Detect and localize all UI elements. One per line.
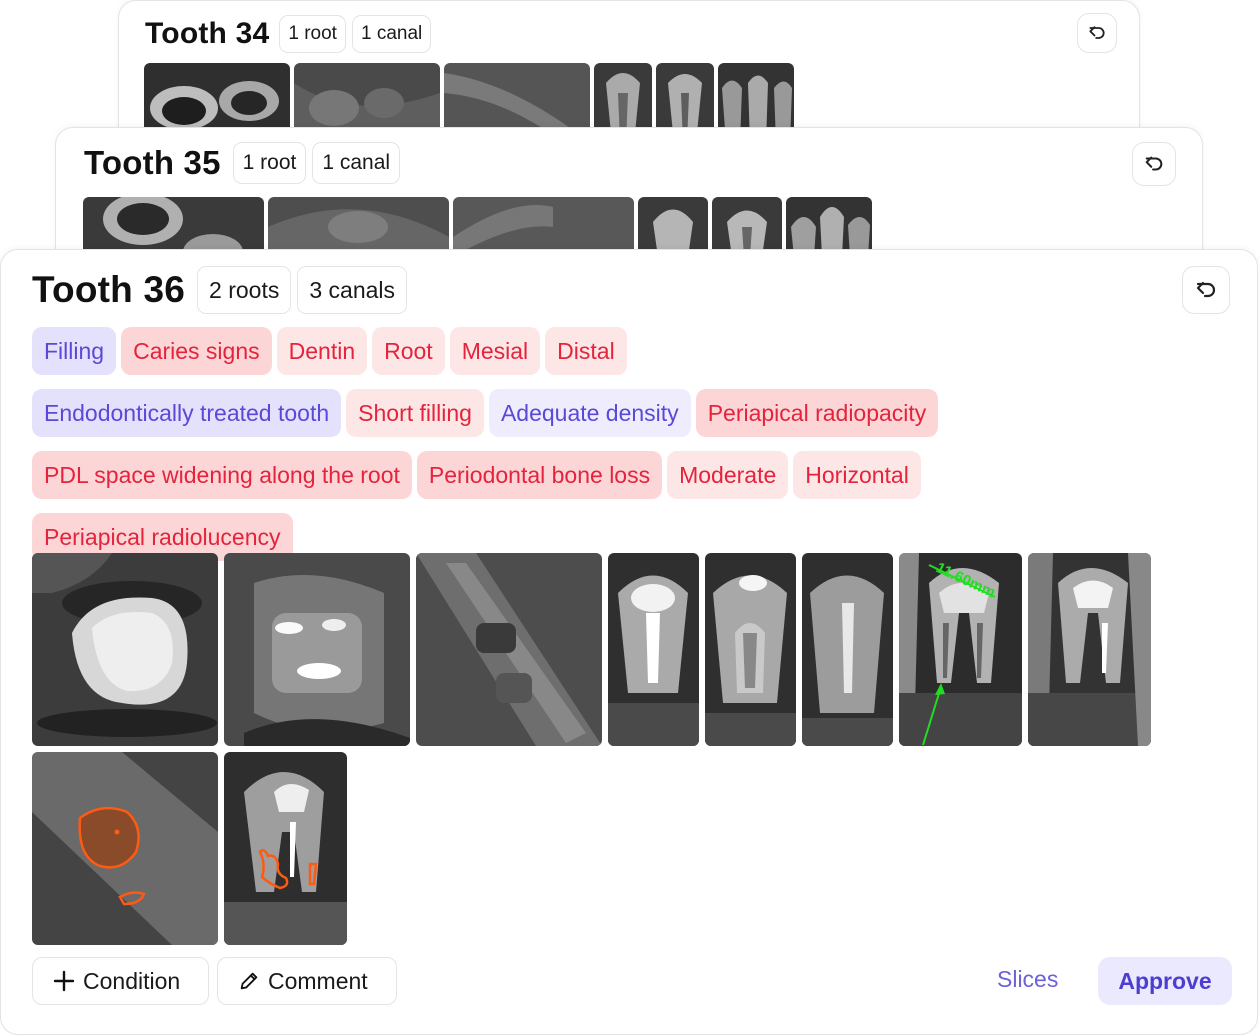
comment-label: Comment bbox=[268, 967, 368, 994]
tag-distal[interactable]: Distal bbox=[545, 327, 627, 375]
slice-measurement[interactable]: 11.60mm bbox=[899, 553, 1022, 746]
tooth-34-title: Tooth 34 bbox=[145, 17, 270, 50]
condition-tags: Filling Caries signs Dentin Root Mesial … bbox=[32, 327, 1032, 561]
undo-icon bbox=[1145, 156, 1163, 171]
tooth-36-card[interactable]: Tooth 36 2 roots 3 canals Filling Caries… bbox=[0, 249, 1258, 1035]
pencil-icon bbox=[240, 972, 258, 990]
undo-icon bbox=[1196, 281, 1216, 298]
tag-filling[interactable]: Filling bbox=[32, 327, 117, 375]
tooth-36-roots-chip: 2 roots bbox=[197, 266, 292, 314]
tooth-35-header: Tooth 35 1 root 1 canal bbox=[84, 142, 401, 184]
tag-endodontically-treated-tooth[interactable]: Endodontically treated tooth bbox=[32, 389, 342, 437]
tooth-35-title: Tooth 35 bbox=[84, 144, 221, 181]
tooth-36-title: Tooth 36 bbox=[32, 269, 186, 310]
slice-axial-crown[interactable] bbox=[32, 553, 218, 746]
slice-lesion-axial[interactable] bbox=[32, 752, 218, 945]
tag-short-filling[interactable]: Short filling bbox=[346, 389, 484, 437]
slice-axial-root[interactable] bbox=[416, 553, 602, 746]
tooth-35-canals-chip: 1 canal bbox=[312, 142, 401, 184]
add-condition-button[interactable]: Condition bbox=[32, 957, 209, 1005]
tooth-35-slice-3[interactable] bbox=[453, 197, 634, 257]
tag-pdl-space-widening[interactable]: PDL space widening along the root bbox=[32, 451, 412, 499]
image-row-1: 11.60mm bbox=[32, 553, 1151, 746]
tooth-35-undo-button[interactable] bbox=[1132, 142, 1176, 186]
tooth-35-slice-2[interactable] bbox=[268, 197, 449, 257]
tooth-35-slice-6[interactable] bbox=[786, 197, 872, 257]
plus-icon bbox=[53, 970, 75, 992]
tooth-35-slice-axial[interactable] bbox=[83, 197, 264, 257]
tooth-35-roots-chip: 1 root bbox=[232, 142, 307, 184]
tag-moderate[interactable]: Moderate bbox=[667, 451, 789, 499]
tooth-35-slice-5[interactable] bbox=[712, 197, 782, 257]
slice-sagittal-1[interactable] bbox=[608, 553, 699, 746]
tag-dentin[interactable]: Dentin bbox=[276, 327, 368, 375]
add-condition-label: Condition bbox=[83, 967, 181, 994]
tag-mesial[interactable]: Mesial bbox=[449, 327, 541, 375]
tag-periapical-radiopacity[interactable]: Periapical radiopacity bbox=[695, 389, 939, 437]
tooth-34-undo-button[interactable] bbox=[1077, 13, 1117, 53]
tag-periodontal-bone-loss[interactable]: Periodontal bone loss bbox=[416, 451, 663, 499]
tooth-35-slice-4[interactable] bbox=[638, 197, 708, 257]
slice-sagittal-3[interactable] bbox=[802, 553, 893, 746]
slice-lesion-coronal[interactable] bbox=[224, 752, 347, 945]
tooth-34-header: Tooth 34 1 root 1 canal bbox=[145, 15, 432, 53]
slices-link[interactable]: Slices bbox=[997, 966, 1058, 993]
image-row-2 bbox=[32, 752, 1151, 945]
tooth-36-footer: Condition Comment bbox=[32, 957, 397, 1005]
slice-coronal[interactable] bbox=[1028, 553, 1151, 746]
comment-button[interactable]: Comment bbox=[217, 957, 397, 1005]
tooth-36-image-grid: 11.60mm bbox=[32, 553, 1151, 951]
tooth-36-header: Tooth 36 2 roots 3 canals bbox=[32, 266, 408, 314]
tag-caries-signs[interactable]: Caries signs bbox=[121, 327, 272, 375]
tooth-36-undo-button[interactable] bbox=[1182, 266, 1230, 314]
tooth-34-canals-chip: 1 canal bbox=[351, 15, 432, 53]
slice-sagittal-2[interactable] bbox=[705, 553, 796, 746]
tooth-36-canals-chip: 3 canals bbox=[297, 266, 408, 314]
tag-root[interactable]: Root bbox=[372, 327, 445, 375]
undo-icon bbox=[1089, 26, 1105, 39]
slice-axial-filling[interactable] bbox=[224, 553, 410, 746]
tag-adequate-density[interactable]: Adequate density bbox=[488, 389, 691, 437]
tag-horizontal[interactable]: Horizontal bbox=[793, 451, 921, 499]
approve-button[interactable]: Approve bbox=[1098, 957, 1232, 1005]
tooth-35-image-strip bbox=[83, 197, 872, 257]
tooth-34-roots-chip: 1 root bbox=[279, 15, 346, 53]
